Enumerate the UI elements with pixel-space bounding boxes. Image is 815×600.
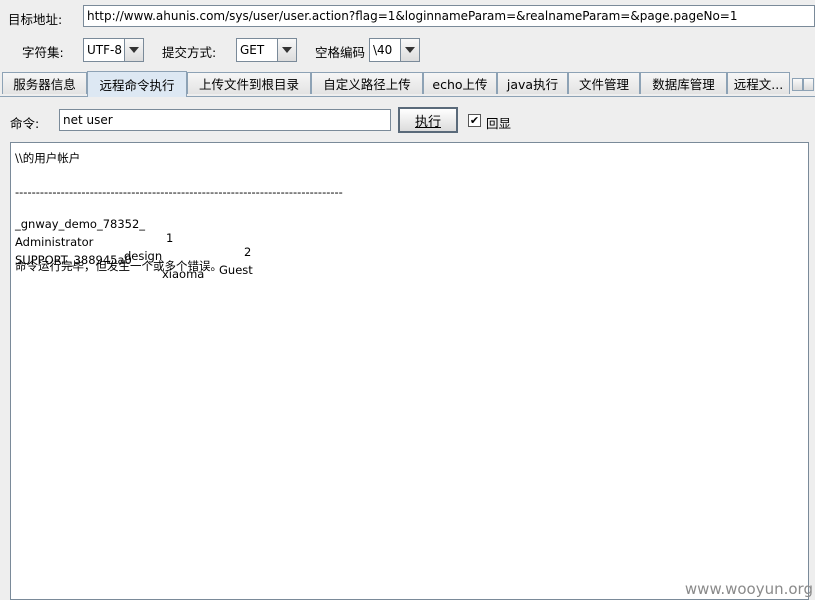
output-result: 命令运行完毕，但发生一个或多个错误。 [15, 259, 222, 273]
user-cell: 2 [244, 245, 252, 259]
output-header: \\的用户帐户 [15, 151, 81, 165]
echo-checkbox[interactable]: ✔ [468, 114, 481, 127]
method-value: GET [240, 43, 265, 57]
user-cell: 1 [166, 231, 174, 245]
tab-bar: 服务器信息 远程命令执行 上传文件到根目录 自定义路径上传 echo上传 jav… [0, 71, 815, 97]
execute-button-label: 执行 [414, 114, 441, 130]
execute-button[interactable]: 执行 [398, 107, 458, 133]
space-encoding-label: 空格编码 [315, 45, 366, 60]
check-icon: ✔ [469, 114, 480, 127]
tab-remote-command[interactable]: 远程命令执行 [87, 71, 187, 97]
tab-java-exec[interactable]: java执行 [497, 72, 568, 94]
output-textarea[interactable]: \\的用户帐户 --------------------------------… [10, 142, 809, 600]
target-url-input[interactable]: http://www.ahunis.com/sys/user/user.acti… [83, 5, 815, 27]
method-select[interactable]: GET [236, 38, 297, 62]
tab-remote-file[interactable]: 远程文... [727, 72, 790, 94]
tab-server-info[interactable]: 服务器信息 [2, 72, 87, 94]
output-separator: ----------------------------------------… [15, 185, 343, 199]
tab-scroll-left-button[interactable] [792, 78, 803, 91]
charset-label: 字符集: [22, 45, 64, 60]
user-cell: Guest [219, 263, 253, 277]
space-encoding-value: \40 [373, 43, 393, 57]
chevron-down-icon[interactable] [277, 39, 296, 61]
tab-echo-upload[interactable]: echo上传 [423, 72, 497, 94]
method-label: 提交方式: [162, 45, 217, 60]
tab-custom-upload[interactable]: 自定义路径上传 [311, 72, 423, 94]
tab-scroll-right-button[interactable] [803, 78, 814, 91]
chevron-down-icon[interactable] [400, 39, 419, 61]
tab-upload-root[interactable]: 上传文件到根目录 [187, 72, 311, 94]
user-cell: _gnway_demo_78352_ [15, 217, 146, 231]
chevron-down-icon[interactable] [124, 39, 143, 61]
command-input[interactable]: net user [59, 109, 391, 131]
watermark: www.wooyun.org [684, 580, 813, 598]
command-label: 命令: [10, 116, 40, 131]
echo-label: 回显 [486, 116, 512, 131]
charset-value: UTF-8 [87, 43, 122, 57]
space-encoding-select[interactable]: \40 [369, 38, 420, 62]
tab-db-manager[interactable]: 数据库管理 [640, 72, 727, 94]
tab-file-manager[interactable]: 文件管理 [568, 72, 640, 94]
charset-select[interactable]: UTF-8 [83, 38, 144, 62]
target-url-label: 目标地址: [8, 12, 63, 27]
